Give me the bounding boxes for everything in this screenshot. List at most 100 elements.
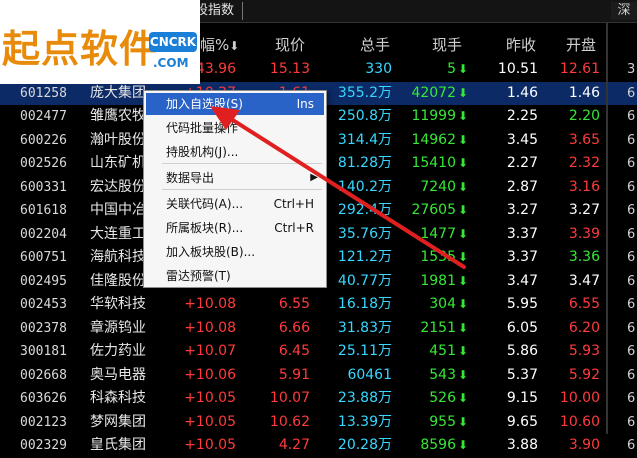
open-price: 5.92 xyxy=(568,366,600,383)
header-change-label: 幅% xyxy=(200,36,230,54)
table-row[interactable]: 002123 梦网集团 +10.05 10.62 13.39万 955 ⬇ 9.65 10.60… xyxy=(0,411,637,435)
stock-code: 600226 xyxy=(20,132,67,148)
total-volume: 355.2万 xyxy=(337,84,392,101)
open-price: 3.27 xyxy=(568,202,600,218)
table-row[interactable]: 002668 奥马电器 +10.06 5.91 60461 543 ⬇ 5.37 5.92 6 xyxy=(0,364,637,388)
tab-right[interactable]: 深 xyxy=(611,2,637,20)
menu-item[interactable]: 关联代码(A)... Ctrl+H xyxy=(146,193,324,215)
menu-item[interactable]: 所属板块(R)... Ctrl+R xyxy=(146,217,324,239)
header-price[interactable]: 现价 xyxy=(275,34,305,56)
total-volume: 16.18万 xyxy=(337,296,392,312)
current-hand: 8596 xyxy=(420,437,456,453)
menu-item[interactable]: 持股机构(J)... xyxy=(146,141,324,163)
table-row[interactable]: 300181 佐力药业 +10.07 6.45 25.11万 451 ⬇ 5.86 5.93 6 xyxy=(0,340,637,364)
down-arrow-icon: ⬇ xyxy=(458,132,469,147)
down-arrow-icon: ⬇ xyxy=(458,391,469,405)
right-column-cell: 6 xyxy=(627,367,636,383)
right-column-cell: 6 xyxy=(627,132,636,148)
prev-close: 1.46 xyxy=(506,84,538,101)
menu-item[interactable]: 加入自选股(S) Ins xyxy=(146,93,324,115)
down-arrow-icon: ⬇ xyxy=(458,109,469,123)
current-hand: 1535 xyxy=(420,249,456,265)
total-volume: 140.2万 xyxy=(337,178,392,195)
open-price: 3.65 xyxy=(568,131,600,148)
current-hand: 1477 xyxy=(420,225,456,242)
right-column-cell: 6 xyxy=(627,179,636,195)
down-arrow-icon: ⬇ xyxy=(458,438,469,452)
right-column-cell: 6 xyxy=(627,414,636,430)
open-price: 2.32 xyxy=(568,155,600,171)
open-price: 3.47 xyxy=(568,272,600,289)
change-percent: +10.06 xyxy=(184,366,236,383)
total-volume: 31.83万 xyxy=(337,319,392,336)
header-open[interactable]: 开盘 xyxy=(566,34,596,56)
total-volume: 35.76万 xyxy=(337,225,392,242)
menu-item[interactable]: 数据导出 ▶ xyxy=(146,167,324,189)
right-column-cell: 6 xyxy=(627,226,636,242)
menu-separator xyxy=(162,163,322,164)
total-volume: 121.2万 xyxy=(337,249,392,265)
column-divider xyxy=(606,22,608,434)
prev-close: 5.95 xyxy=(506,296,538,312)
current-price: 6.66 xyxy=(278,319,310,336)
total-volume: 60461 xyxy=(347,366,392,383)
prev-close: 5.86 xyxy=(506,343,538,359)
menu-item[interactable]: 雷达预警(T) xyxy=(146,265,324,287)
open-price: 3.16 xyxy=(568,178,600,195)
right-column-cell: 6 xyxy=(627,438,636,453)
open-price: 3.90 xyxy=(568,437,600,453)
open-price: 3.36 xyxy=(568,249,600,265)
header-volume[interactable]: 总手 xyxy=(360,34,390,56)
header-change[interactable]: 幅%⬇ xyxy=(200,34,239,57)
current-hand: 5 xyxy=(447,61,456,77)
table-row[interactable]: 002329 皇氏集团 +10.05 4.27 20.28万 8596 ⬇ 3.88 3.90 6 xyxy=(0,434,637,458)
prev-close: 3.27 xyxy=(506,202,538,218)
prev-close: 3.47 xyxy=(506,272,538,289)
change-percent: +10.05 xyxy=(184,437,236,453)
header-prev-close[interactable]: 昨收 xyxy=(506,34,536,56)
open-price: 5.93 xyxy=(568,343,600,359)
down-arrow-icon: ⬇ xyxy=(458,203,469,217)
header-current-hand[interactable]: 现手 xyxy=(432,34,462,56)
table-row[interactable]: 002453 华软科技 +10.08 6.55 16.18万 304 ⬇ 5.95 6.55 6 xyxy=(0,293,637,317)
sort-desc-icon: ⬇ xyxy=(229,39,240,53)
down-arrow-icon: ⬇ xyxy=(458,414,469,429)
current-hand: 451 xyxy=(429,343,456,359)
right-column-cell: 3 xyxy=(627,62,636,77)
table-row[interactable]: 603626 科森科技 +10.05 10.07 23.88万 526 ⬇ 9.15 10.00… xyxy=(0,387,637,411)
current-hand: 27605 xyxy=(411,202,456,218)
menu-separator xyxy=(162,189,322,190)
menu-item-label: 代码批量操作 xyxy=(166,121,239,135)
right-column-cell: 6 xyxy=(627,85,636,101)
tab-index[interactable]: 股指数 xyxy=(195,2,244,20)
current-hand: 42072 xyxy=(411,84,456,101)
menu-item[interactable]: 加入板块股(B)... xyxy=(146,241,324,263)
current-hand: 2151 xyxy=(420,319,456,336)
down-arrow-icon: ⬇ xyxy=(458,344,469,358)
table-row[interactable]: 002378 章源钨业 +10.08 6.66 31.83万 2151 ⬇ 6.05 6.20 6 xyxy=(0,317,637,341)
down-arrow-icon: ⬇ xyxy=(458,179,469,194)
prev-close: 5.37 xyxy=(506,366,538,383)
open-price: 2.20 xyxy=(568,108,600,124)
current-price: 6.55 xyxy=(278,296,310,312)
stock-code: 002329 xyxy=(20,438,67,453)
current-hand: 526 xyxy=(429,390,456,406)
prev-close: 2.27 xyxy=(506,155,538,171)
total-volume: 314.4万 xyxy=(337,131,392,148)
menu-item-label: 持股机构(J)... xyxy=(166,145,239,159)
prev-close: 2.87 xyxy=(506,178,538,195)
menu-item[interactable]: 代码批量操作 xyxy=(146,117,324,139)
down-arrow-icon: ⬇ xyxy=(458,367,469,382)
prev-close: 3.37 xyxy=(506,225,538,242)
prev-close: 10.51 xyxy=(497,61,538,77)
current-hand: 14962 xyxy=(411,131,456,148)
total-volume: 81.28万 xyxy=(337,155,392,171)
prev-close: 2.25 xyxy=(506,108,538,124)
total-volume: 23.88万 xyxy=(337,390,392,406)
total-volume: 25.11万 xyxy=(337,343,392,359)
menu-item-shortcut: Ins xyxy=(296,97,314,111)
stock-code: 601258 xyxy=(20,85,67,101)
open-price: 6.55 xyxy=(568,296,600,312)
current-price: 10.62 xyxy=(269,413,310,430)
menu-item-label: 加入板块股(B)... xyxy=(166,245,256,259)
